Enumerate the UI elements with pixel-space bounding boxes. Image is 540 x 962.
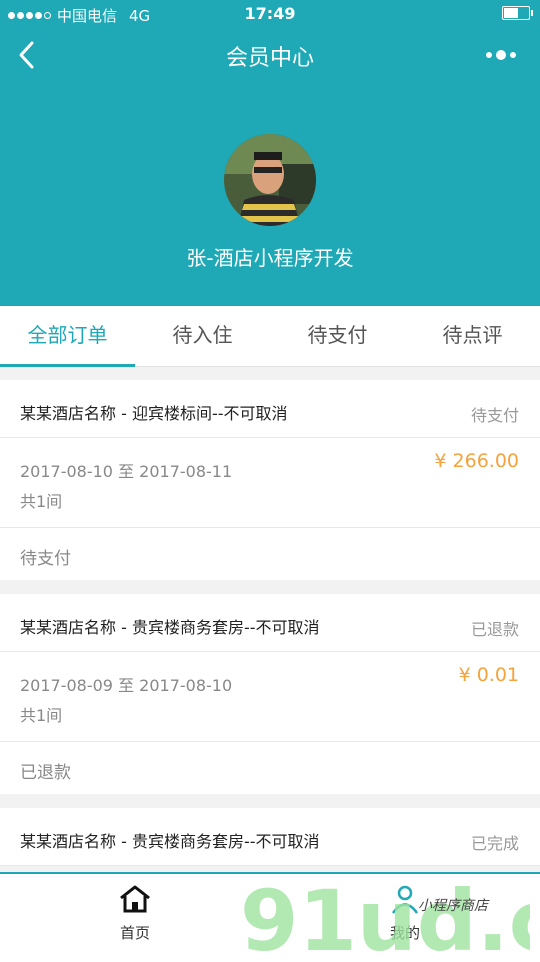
nav-mine-label: 我的 — [389, 924, 420, 942]
order-card[interactable]: 某某酒店名称 - 贵宾楼商务套房--不可取消 已退款 2017-08-09 至 … — [0, 594, 540, 794]
status-time: 17:49 — [244, 4, 296, 23]
order-title: 某某酒店名称 - 贵宾楼商务套房--不可取消 — [20, 832, 320, 851]
order-title: 某某酒店名称 - 贵宾楼商务套房--不可取消 — [20, 618, 320, 637]
order-rooms: 共1间 — [20, 706, 63, 725]
order-footer-status: 待支付 — [20, 549, 71, 569]
user-name: 张-酒店小程序开发 — [186, 246, 354, 270]
order-card[interactable]: 某某酒店名称 - 迎宾楼标间--不可取消 待支付 2017-08-10 至 20… — [0, 380, 540, 580]
more-dot-icon — [486, 52, 492, 58]
more-dot-icon — [496, 50, 506, 60]
more-dot-icon — [510, 52, 516, 58]
order-title: 某某酒店名称 - 迎宾楼标间--不可取消 — [20, 404, 288, 423]
order-footer-status: 已退款 — [20, 763, 71, 783]
nav-mine[interactable]: 我的 — [355, 884, 455, 943]
profile-header: 中国电信 4G 17:49 会员中心 张-酒店小程序开发 — [0, 0, 540, 306]
home-icon — [120, 885, 150, 913]
tab-to-check-in[interactable]: 待入住 — [135, 306, 270, 366]
battery-icon — [502, 6, 533, 20]
order-rooms: 共1间 — [20, 492, 63, 511]
order-dates: 2017-08-09 至 2017-08-10 — [20, 676, 233, 695]
status-bar: 中国电信 4G 17:49 — [0, 0, 540, 28]
bottom-nav: 首页 我的 — [0, 872, 540, 962]
order-status: 已退款 — [470, 620, 519, 639]
tab-all-orders[interactable]: 全部订单 — [0, 306, 135, 367]
nav-bar: 会员中心 — [0, 28, 540, 82]
nav-home[interactable]: 首页 — [85, 884, 185, 943]
order-tabs: 全部订单 待入住 待支付 待点评 — [0, 306, 540, 367]
avatar[interactable] — [224, 134, 316, 226]
tab-to-review[interactable]: 待点评 — [405, 306, 540, 366]
more-menu-button[interactable] — [486, 44, 522, 66]
order-status: 待支付 — [470, 406, 519, 425]
order-status: 已完成 — [470, 834, 519, 853]
tab-to-pay[interactable]: 待支付 — [270, 306, 405, 366]
order-list: 某某酒店名称 - 迎宾楼标间--不可取消 待支付 2017-08-10 至 20… — [0, 380, 540, 880]
order-dates: 2017-08-10 至 2017-08-11 — [20, 462, 233, 481]
nav-home-label: 首页 — [119, 924, 150, 942]
order-price: ¥ 0.01 — [458, 664, 519, 686]
order-price: ¥ 266.00 — [434, 450, 519, 472]
order-card[interactable]: 某某酒店名称 - 贵宾楼商务套房--不可取消 已完成 — [0, 808, 540, 866]
user-icon — [391, 885, 419, 914]
page-title: 会员中心 — [225, 46, 314, 71]
